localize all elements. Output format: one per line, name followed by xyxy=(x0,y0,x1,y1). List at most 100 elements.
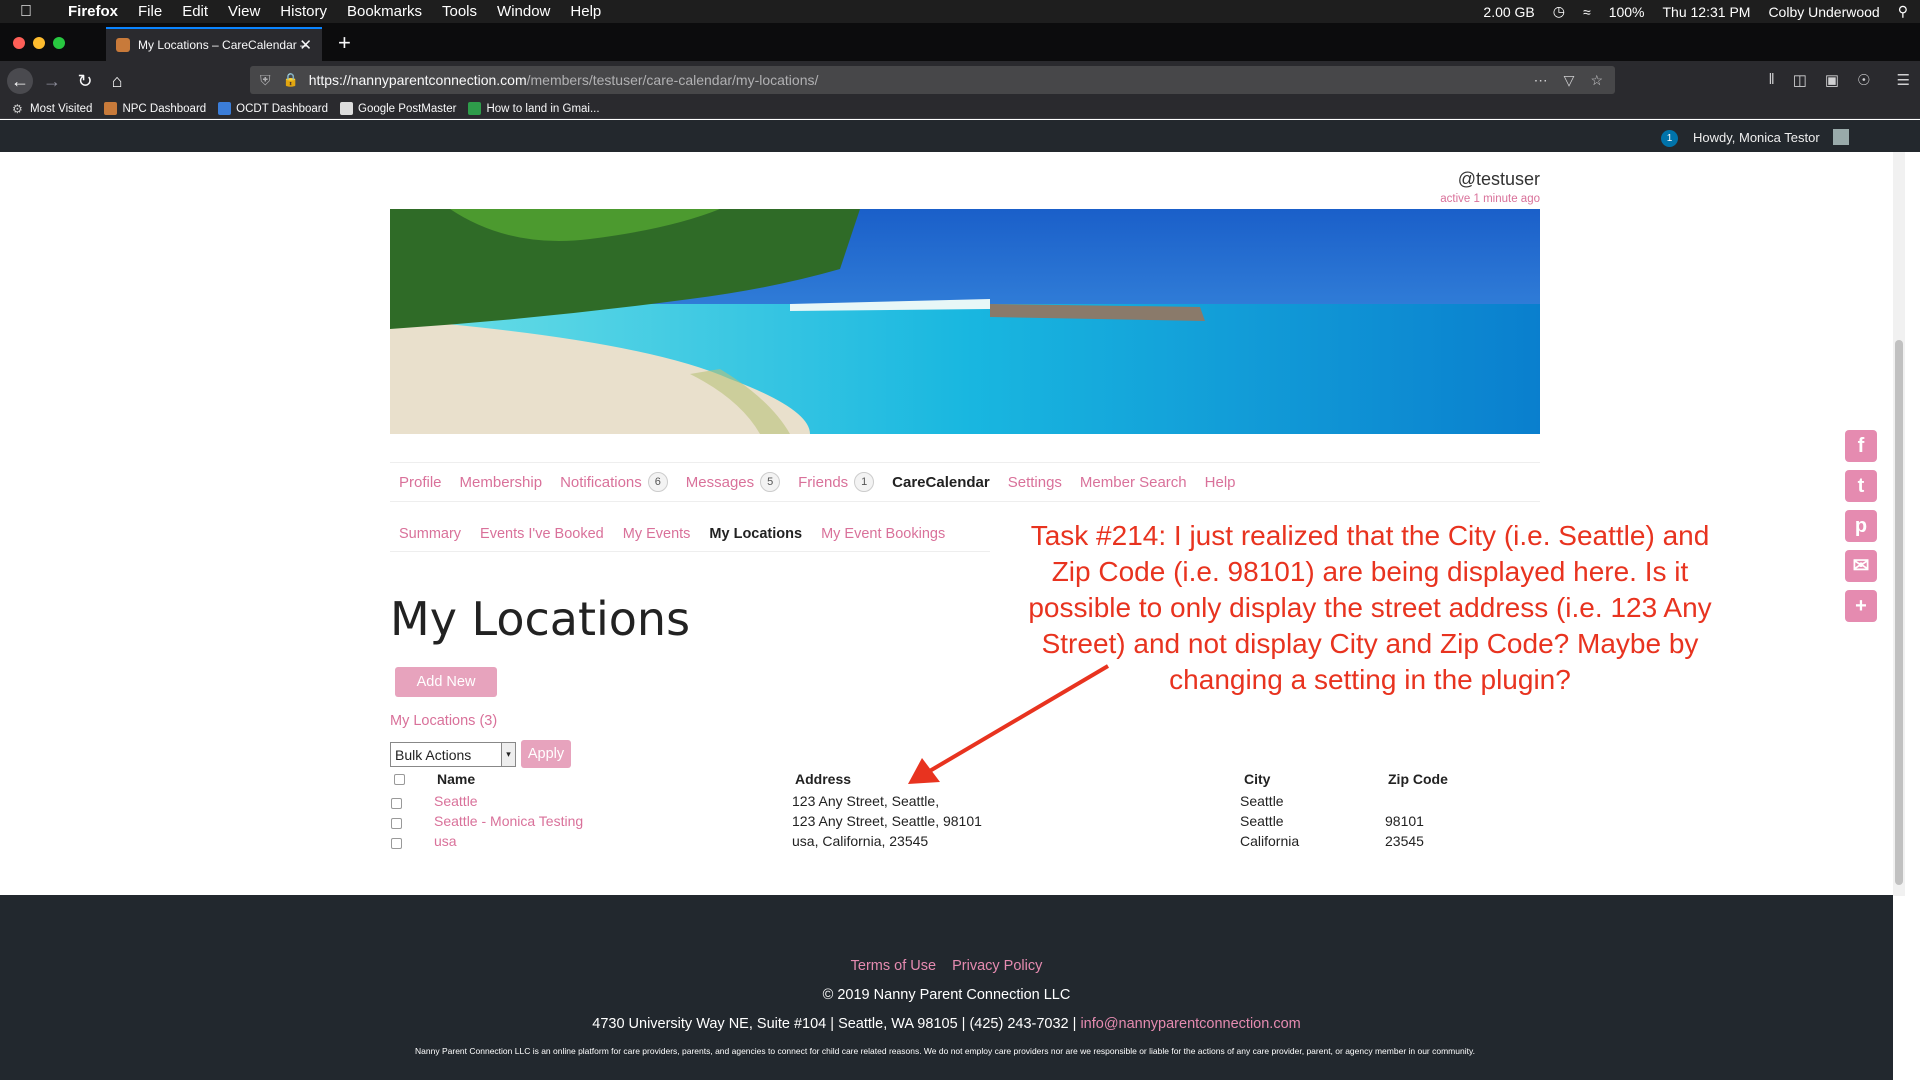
zoom-window-button[interactable] xyxy=(53,37,65,49)
url-domain: https://nannyparentconnection.com xyxy=(308,72,527,88)
lock-icon[interactable]: 🔒 xyxy=(283,72,299,88)
location-name-link[interactable]: Seattle - Monica Testing xyxy=(434,813,583,829)
hamburger-menu-icon[interactable]: ☰ xyxy=(1897,71,1910,89)
howdy-user-menu[interactable]: Howdy, Monica Testor xyxy=(1693,130,1820,145)
nav-settings[interactable]: Settings xyxy=(1008,474,1062,491)
location-zip: 23545 xyxy=(1385,833,1424,849)
apple-icon[interactable]:  xyxy=(20,3,40,21)
postmaster-favicon-icon xyxy=(340,102,353,115)
browser-navbar: ← → ↻ ⌂ ⛨ 🔒 https://nannyparentconnectio… xyxy=(0,61,1920,99)
time-machine-icon[interactable]: ◷ xyxy=(1553,3,1565,20)
bulk-actions-select[interactable]: Bulk Actions ▾ xyxy=(390,742,516,767)
avatar[interactable] xyxy=(1833,129,1849,145)
column-header-address[interactable]: Address xyxy=(795,771,851,787)
menu-bookmarks[interactable]: Bookmarks xyxy=(347,3,422,20)
row-checkbox[interactable] xyxy=(391,838,402,849)
notification-count-badge[interactable]: 1 xyxy=(1661,130,1678,147)
bookmark-google-postmaster[interactable]: Google PostMaster xyxy=(340,102,456,115)
menu-app-name[interactable]: Firefox xyxy=(68,3,118,20)
apply-button[interactable]: Apply xyxy=(521,740,571,768)
footer-address: 4730 University Way NE, Suite #104 | Sea… xyxy=(592,1016,1077,1032)
menu-edit[interactable]: Edit xyxy=(182,3,208,20)
menu-file[interactable]: File xyxy=(138,3,162,20)
url-actions: ⋯ ▽ ☆ xyxy=(1534,72,1603,89)
library-icon[interactable]: ‖ xyxy=(1769,71,1775,89)
add-new-button[interactable]: Add New xyxy=(395,667,497,697)
reload-icon[interactable]: ↻ xyxy=(72,68,98,94)
clock[interactable]: Thu 12:31 PM xyxy=(1663,4,1751,20)
bookmark-how-to-land[interactable]: How to land in Gmai... xyxy=(468,102,600,115)
subnav-events-booked[interactable]: Events I've Booked xyxy=(480,526,604,542)
subnav-my-event-bookings[interactable]: My Event Bookings xyxy=(821,526,945,542)
location-name-link[interactable]: usa xyxy=(434,833,457,849)
synced-tabs-icon[interactable]: ▣ xyxy=(1825,71,1839,89)
pinterest-icon[interactable]: p xyxy=(1845,510,1877,542)
sidebar-icon[interactable]: ◫ xyxy=(1793,71,1807,89)
subnav-my-events[interactable]: My Events xyxy=(623,526,691,542)
select-all-checkbox[interactable] xyxy=(394,774,405,785)
menu-view[interactable]: View xyxy=(228,3,260,20)
nav-member-search[interactable]: Member Search xyxy=(1080,474,1187,491)
terms-link[interactable]: Terms of Use xyxy=(851,958,936,974)
home-icon[interactable]: ⌂ xyxy=(104,68,130,94)
nav-membership[interactable]: Membership xyxy=(460,474,543,491)
tracking-shield-icon[interactable]: ⛨ xyxy=(260,72,271,89)
location-name-link[interactable]: Seattle xyxy=(434,793,478,809)
column-header-zip[interactable]: Zip Code xyxy=(1388,771,1448,787)
user-menu[interactable]: Colby Underwood xyxy=(1768,4,1879,20)
menu-window[interactable]: Window xyxy=(497,3,550,20)
account-icon[interactable]: ☉ xyxy=(1857,71,1870,89)
subnav-my-locations[interactable]: My Locations xyxy=(709,526,802,542)
nav-carecalendar[interactable]: CareCalendar xyxy=(892,474,990,491)
close-tab-icon[interactable]: ✕ xyxy=(299,36,312,54)
subnav-summary[interactable]: Summary xyxy=(399,526,461,542)
footer-email-link[interactable]: info@nannyparentconnection.com xyxy=(1080,1016,1300,1032)
pocket-icon[interactable]: ▽ xyxy=(1564,72,1575,89)
battery-readout[interactable]: 100% xyxy=(1609,4,1645,20)
url-text[interactable]: https://nannyparentconnection.com/member… xyxy=(309,72,819,88)
menu-tools[interactable]: Tools xyxy=(442,3,477,20)
bookmark-ocdt-dashboard[interactable]: OCDT Dashboard xyxy=(218,102,328,115)
nav-friends[interactable]: Friends 1 xyxy=(798,472,875,492)
menu-help[interactable]: Help xyxy=(570,3,601,20)
location-address: usa, California, 23545 xyxy=(792,833,929,849)
bookmark-most-visited[interactable]: ⚙ Most Visited xyxy=(12,102,92,116)
bookmark-label: NPC Dashboard xyxy=(122,102,207,115)
forward-icon[interactable]: → xyxy=(39,68,65,94)
page-actions-icon[interactable]: ⋯ xyxy=(1534,72,1548,89)
column-header-city[interactable]: City xyxy=(1244,771,1270,787)
nav-notifications[interactable]: Notifications 6 xyxy=(560,472,668,492)
back-icon[interactable]: ← xyxy=(7,68,33,94)
privacy-link[interactable]: Privacy Policy xyxy=(952,958,1042,974)
carecalendar-sub-nav: Summary Events I've Booked My Events My … xyxy=(390,516,990,552)
nav-messages[interactable]: Messages 5 xyxy=(686,472,781,492)
close-window-button[interactable] xyxy=(13,37,25,49)
column-header-name[interactable]: Name xyxy=(437,771,475,787)
row-checkbox[interactable] xyxy=(391,798,402,809)
nav-profile[interactable]: Profile xyxy=(399,474,442,491)
nav-help[interactable]: Help xyxy=(1205,474,1236,491)
address-bar[interactable]: ⛨ 🔒 https://nannyparentconnection.com/me… xyxy=(250,66,1615,94)
page-scrollbar-thumb[interactable] xyxy=(1895,340,1903,885)
menu-history[interactable]: History xyxy=(280,3,327,20)
spotlight-icon[interactable]: ⚲ xyxy=(1898,3,1908,20)
tab-strip: My Locations – CareCalendar – ✕ + xyxy=(0,23,1920,61)
locations-count-link[interactable]: My Locations (3) xyxy=(390,713,497,729)
wifi-icon[interactable]: ≈ xyxy=(1583,4,1591,20)
facebook-icon[interactable]: f xyxy=(1845,430,1877,462)
twitter-icon[interactable]: t xyxy=(1845,470,1877,502)
browser-tab[interactable]: My Locations – CareCalendar – ✕ xyxy=(106,27,322,61)
memory-readout[interactable]: 2.00 GB xyxy=(1483,4,1534,20)
bookmark-star-icon[interactable]: ☆ xyxy=(1590,72,1603,89)
plus-icon[interactable]: + xyxy=(1845,590,1877,622)
nav-label: Profile xyxy=(399,473,442,491)
email-icon[interactable]: ✉ xyxy=(1845,550,1877,582)
annotation-line: Zip Code (i.e. 98101) are being displaye… xyxy=(1051,556,1689,587)
minimize-window-button[interactable] xyxy=(33,37,45,49)
new-tab-icon[interactable]: + xyxy=(338,30,351,56)
bookmark-npc-dashboard[interactable]: NPC Dashboard xyxy=(104,102,206,115)
macos-menu-bar:  Firefox File Edit View History Bookmar… xyxy=(0,0,1920,23)
notifications-count-badge: 6 xyxy=(647,472,668,492)
row-checkbox[interactable] xyxy=(391,818,402,829)
location-address: 123 Any Street, Seattle, 98101 xyxy=(792,813,982,829)
